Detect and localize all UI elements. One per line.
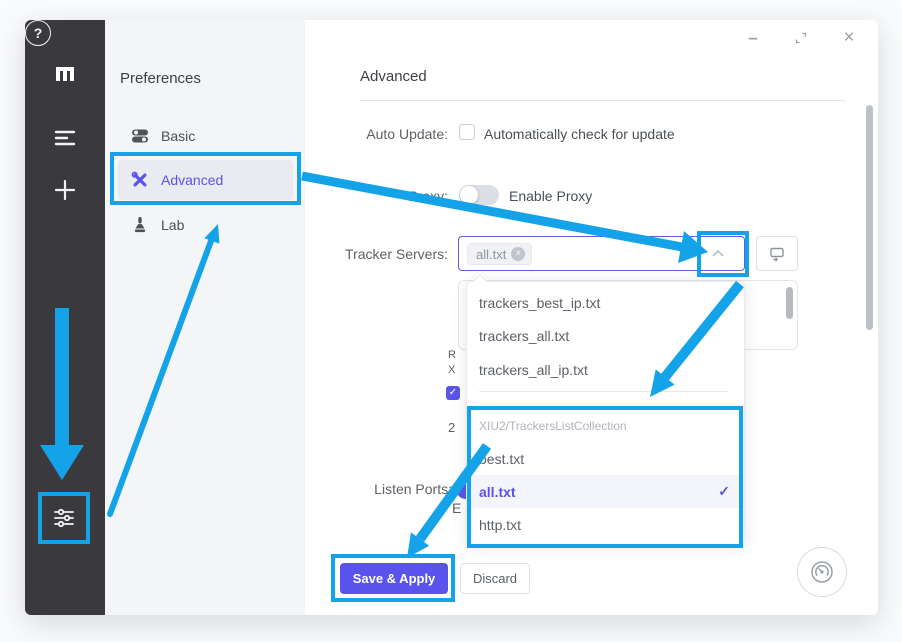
sync-trackers-button[interactable] bbox=[756, 236, 798, 271]
occluded-text: E bbox=[452, 500, 461, 516]
dropdown-option-selected[interactable]: all.txt ✓ bbox=[467, 475, 744, 508]
engine-status-button[interactable] bbox=[797, 547, 847, 597]
preferences-panel: Preferences Basic Adva bbox=[105, 20, 305, 615]
sync-icon bbox=[768, 245, 786, 263]
window-controls: – × bbox=[742, 28, 860, 48]
sidebar-item-basic[interactable]: Basic bbox=[118, 116, 293, 156]
dropdown-option[interactable]: best.txt bbox=[467, 442, 744, 475]
toggles-icon bbox=[131, 127, 149, 145]
proxy-label: Proxy: bbox=[325, 188, 448, 204]
app-window: – × bbox=[25, 20, 878, 615]
close-button[interactable]: × bbox=[838, 28, 860, 48]
tag-remove-icon[interactable]: × bbox=[511, 247, 525, 261]
task-list-icon[interactable] bbox=[53, 126, 77, 150]
check-icon: ✓ bbox=[718, 483, 730, 500]
auto-update-checkbox[interactable] bbox=[459, 124, 475, 140]
selected-tag: all.txt × bbox=[467, 243, 532, 265]
auto-update-label: Auto Update: bbox=[325, 126, 448, 142]
sidebar-item-lab[interactable]: Lab bbox=[118, 205, 293, 245]
tag-label: all.txt bbox=[476, 247, 506, 262]
add-task-icon[interactable] bbox=[53, 178, 77, 202]
help-button[interactable]: ? bbox=[25, 20, 51, 46]
listen-ports-label: Listen Ports: bbox=[325, 481, 452, 497]
occluded-text: 2 bbox=[448, 420, 455, 435]
occluded-text: R bbox=[448, 349, 456, 361]
minimize-button[interactable]: – bbox=[742, 28, 764, 48]
tracker-servers-label: Tracker Servers: bbox=[325, 246, 448, 262]
proxy-toggle-label: Enable Proxy bbox=[509, 188, 592, 204]
auto-update-checkbox-label: Automatically check for update bbox=[484, 126, 675, 142]
lab-stamp-icon bbox=[131, 216, 149, 234]
tracker-dropdown: trackers_best_ip.txt trackers_all.txt tr… bbox=[466, 281, 745, 546]
preferences-icon[interactable] bbox=[52, 506, 76, 530]
dropdown-option[interactable]: trackers_best_ip.txt bbox=[467, 286, 744, 319]
save-apply-button[interactable]: Save & Apply bbox=[340, 563, 448, 594]
maximize-icon bbox=[795, 32, 807, 44]
content-scrollbar[interactable] bbox=[866, 105, 873, 330]
dropdown-divider bbox=[479, 391, 728, 392]
dropdown-option[interactable]: trackers_all.txt bbox=[467, 319, 744, 352]
panel-title: Preferences bbox=[120, 70, 201, 87]
app-sidebar: ? bbox=[25, 20, 105, 615]
divider bbox=[360, 100, 845, 101]
proxy-toggle[interactable] bbox=[459, 185, 499, 205]
screenshot-root: – × bbox=[0, 0, 902, 642]
sidebar-item-advanced[interactable]: Advanced bbox=[118, 160, 293, 200]
occluded-checkbox[interactable]: ✓ bbox=[446, 386, 460, 400]
speedometer-icon bbox=[808, 558, 836, 586]
dropdown-group-label: XIU2/TrackersListCollection bbox=[479, 415, 627, 437]
dropdown-option[interactable]: trackers_all_ip.txt bbox=[467, 353, 744, 386]
maximize-button[interactable] bbox=[790, 28, 812, 48]
motrix-logo-icon bbox=[53, 63, 77, 87]
sidebar-item-label: Lab bbox=[161, 217, 184, 233]
tools-icon bbox=[131, 171, 149, 189]
discard-button[interactable]: Discard bbox=[460, 563, 530, 594]
settings-content: Advanced Auto Update: Automatically chec… bbox=[305, 20, 878, 615]
sidebar-item-label: Advanced bbox=[161, 172, 223, 188]
sidebar-item-label: Basic bbox=[161, 128, 195, 144]
toggle-knob bbox=[460, 186, 478, 204]
page-title: Advanced bbox=[360, 68, 427, 85]
tracker-select[interactable]: all.txt × bbox=[458, 236, 745, 271]
option-label: all.txt bbox=[479, 484, 516, 500]
occluded-text: X bbox=[448, 364, 455, 376]
dropdown-option[interactable]: http.txt bbox=[467, 508, 744, 541]
chevron-up-icon[interactable] bbox=[710, 247, 726, 259]
textarea-scrollbar[interactable] bbox=[786, 287, 793, 319]
